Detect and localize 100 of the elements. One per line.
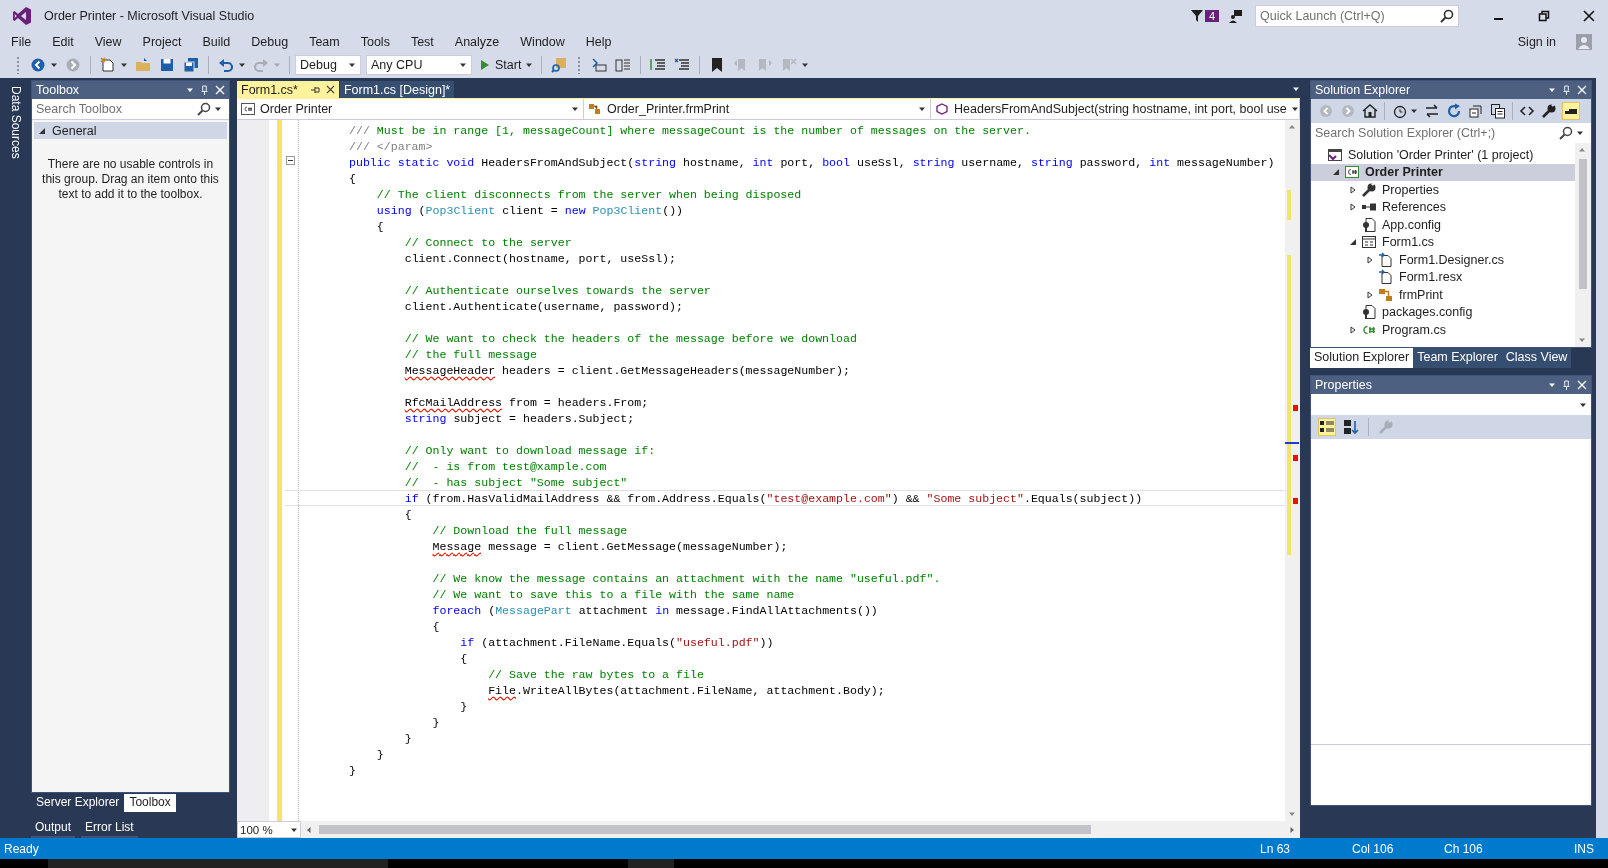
panel-tab[interactable]: Team Explorer	[1413, 348, 1502, 368]
vertical-scrollbar[interactable]	[1575, 143, 1591, 347]
close-icon[interactable]	[325, 85, 335, 94]
tree-item[interactable]: Solution 'Order Printer' (1 project)	[1311, 146, 1575, 164]
panel-tab[interactable]: Server Explorer	[31, 794, 125, 812]
pin-icon[interactable]	[1562, 84, 1571, 96]
categorized-icon[interactable]	[1319, 419, 1335, 435]
pin-icon[interactable]	[309, 84, 320, 95]
collapse-all-icon[interactable]	[1468, 103, 1484, 119]
dropdown-arrow-icon[interactable]	[1548, 381, 1556, 389]
sort-alphabetical-icon[interactable]	[1343, 419, 1359, 435]
dropdown-arrow-icon[interactable]	[1548, 86, 1556, 94]
menu-item[interactable]: Tools	[353, 35, 397, 49]
error-marker[interactable]	[1293, 405, 1298, 411]
document-tab[interactable]: Form1.cs*	[237, 81, 339, 98]
menu-item[interactable]: View	[87, 35, 129, 49]
menu-item[interactable]: Window	[513, 35, 572, 49]
home-icon[interactable]	[1362, 103, 1378, 119]
tree-item[interactable]: Form1.resx	[1311, 268, 1575, 286]
search-icon[interactable]	[197, 102, 211, 116]
dropdown-arrow-icon[interactable]	[186, 86, 194, 94]
expand-arrow-icon[interactable]	[1349, 325, 1357, 334]
tree-item[interactable]: Form1.cs	[1311, 233, 1575, 251]
save-icon[interactable]	[159, 57, 175, 73]
collapse-icon[interactable]	[286, 156, 295, 165]
back-icon[interactable]	[30, 57, 46, 73]
configuration-dropdown[interactable]: Debug	[295, 55, 361, 75]
expand-arrow-icon[interactable]	[1349, 185, 1357, 194]
dropdown-arrow-icon[interactable]	[1576, 129, 1584, 137]
scroll-right-arrow-icon[interactable]	[1288, 825, 1296, 834]
scroll-down-arrow-icon[interactable]	[1288, 810, 1296, 818]
overflow-arrow-icon[interactable]	[801, 61, 810, 69]
collapse-arrow-icon[interactable]	[1332, 168, 1340, 177]
expand-arrow-icon[interactable]	[1366, 290, 1374, 299]
search-icon[interactable]	[1440, 9, 1454, 23]
tree-item[interactable]: References	[1311, 198, 1575, 216]
dropdown-arrow-icon[interactable]	[1410, 107, 1418, 115]
dropdown-arrow-icon[interactable]	[1292, 85, 1300, 93]
pin-icon[interactable]	[1562, 379, 1571, 391]
expand-arrow-icon[interactable]	[1349, 203, 1357, 212]
menu-item[interactable]: Analyze	[447, 35, 507, 49]
copy-icon[interactable]	[1490, 103, 1506, 119]
error-marker[interactable]	[1293, 455, 1298, 461]
scroll-down-arrow-icon[interactable]	[1578, 336, 1586, 344]
data-sources-tab[interactable]: Data Sources	[8, 86, 23, 159]
sync-icon[interactable]	[1424, 103, 1440, 119]
search-field[interactable]: Search Toolbox	[32, 99, 229, 120]
menu-item[interactable]: Test	[403, 35, 441, 49]
scroll-up-arrow-icon[interactable]	[1288, 123, 1296, 131]
tree-item[interactable]: Order Printer	[1311, 163, 1575, 181]
zoom-dropdown[interactable]: 100 %	[237, 821, 301, 838]
flag-icon[interactable]	[1189, 9, 1204, 23]
scroll-up-arrow-icon[interactable]	[1578, 146, 1586, 154]
search-icon[interactable]	[1559, 126, 1573, 140]
dropdown-arrow-icon[interactable]	[214, 105, 222, 113]
navigation-dropdown[interactable]: HeadersFromAndSubject(string hostname, int port, bool use	[931, 99, 1300, 119]
feedback-icon[interactable]	[1229, 9, 1243, 23]
menu-item[interactable]: Team	[302, 35, 347, 49]
tree-item[interactable]: Properties	[1311, 181, 1575, 199]
document-tab[interactable]: Form1.cs [Design]*	[339, 81, 455, 98]
new-project-icon[interactable]	[100, 57, 116, 73]
dropdown-arrow-icon[interactable]	[120, 61, 128, 69]
tree-item[interactable]: Program.cs	[1311, 321, 1575, 339]
clock-icon[interactable]	[1391, 103, 1407, 119]
wrench-icon[interactable]	[1541, 103, 1557, 119]
menu-item[interactable]: Build	[195, 35, 238, 49]
comment-lines-icon[interactable]	[650, 57, 667, 73]
toolbox-group[interactable]: General	[34, 122, 227, 139]
panel-tab[interactable]: Solution Explorer	[1310, 348, 1414, 368]
preview-icon[interactable]	[1563, 103, 1579, 119]
collapse-arrow-icon[interactable]	[1349, 238, 1357, 247]
start-button[interactable]: Start	[477, 58, 537, 72]
expand-arrow-icon[interactable]	[1366, 255, 1374, 264]
undo-icon[interactable]	[218, 57, 234, 73]
tree-item[interactable]: Form1.Designer.cs	[1311, 251, 1575, 269]
find-icon[interactable]	[551, 57, 568, 73]
indent-icon[interactable]	[591, 57, 608, 73]
dropdown-arrow-icon[interactable]	[238, 61, 246, 69]
menu-item[interactable]: Help	[578, 35, 619, 49]
menu-item[interactable]: File	[4, 35, 39, 49]
menu-item[interactable]: Project	[135, 35, 189, 49]
tree-item[interactable]: frmPrint	[1311, 286, 1575, 304]
close-icon[interactable]	[1583, 10, 1595, 22]
dropdown-arrow-icon[interactable]	[50, 61, 58, 69]
menu-item[interactable]: Debug	[244, 35, 296, 49]
restore-icon[interactable]	[1538, 10, 1550, 22]
tree-item[interactable]: packages.config	[1311, 303, 1575, 321]
navigation-dropdown[interactable]: Order Printer	[237, 99, 584, 119]
menu-item[interactable]: Edit	[45, 35, 81, 49]
save-all-icon[interactable]	[183, 57, 199, 73]
sign-in-link[interactable]: Sign in	[1517, 35, 1556, 49]
refresh-icon[interactable]	[1446, 103, 1462, 119]
panel-tab[interactable]: Toolbox	[124, 794, 176, 812]
list-icon[interactable]	[615, 57, 632, 73]
tree-item[interactable]: App.config	[1311, 216, 1575, 234]
panel-tab[interactable]: Class View	[1501, 348, 1572, 368]
expand-arrow-icon[interactable]	[38, 126, 46, 135]
uncomment-lines-icon[interactable]	[674, 57, 691, 73]
pin-icon[interactable]	[200, 84, 209, 96]
platform-dropdown[interactable]: Any CPU	[366, 55, 472, 75]
